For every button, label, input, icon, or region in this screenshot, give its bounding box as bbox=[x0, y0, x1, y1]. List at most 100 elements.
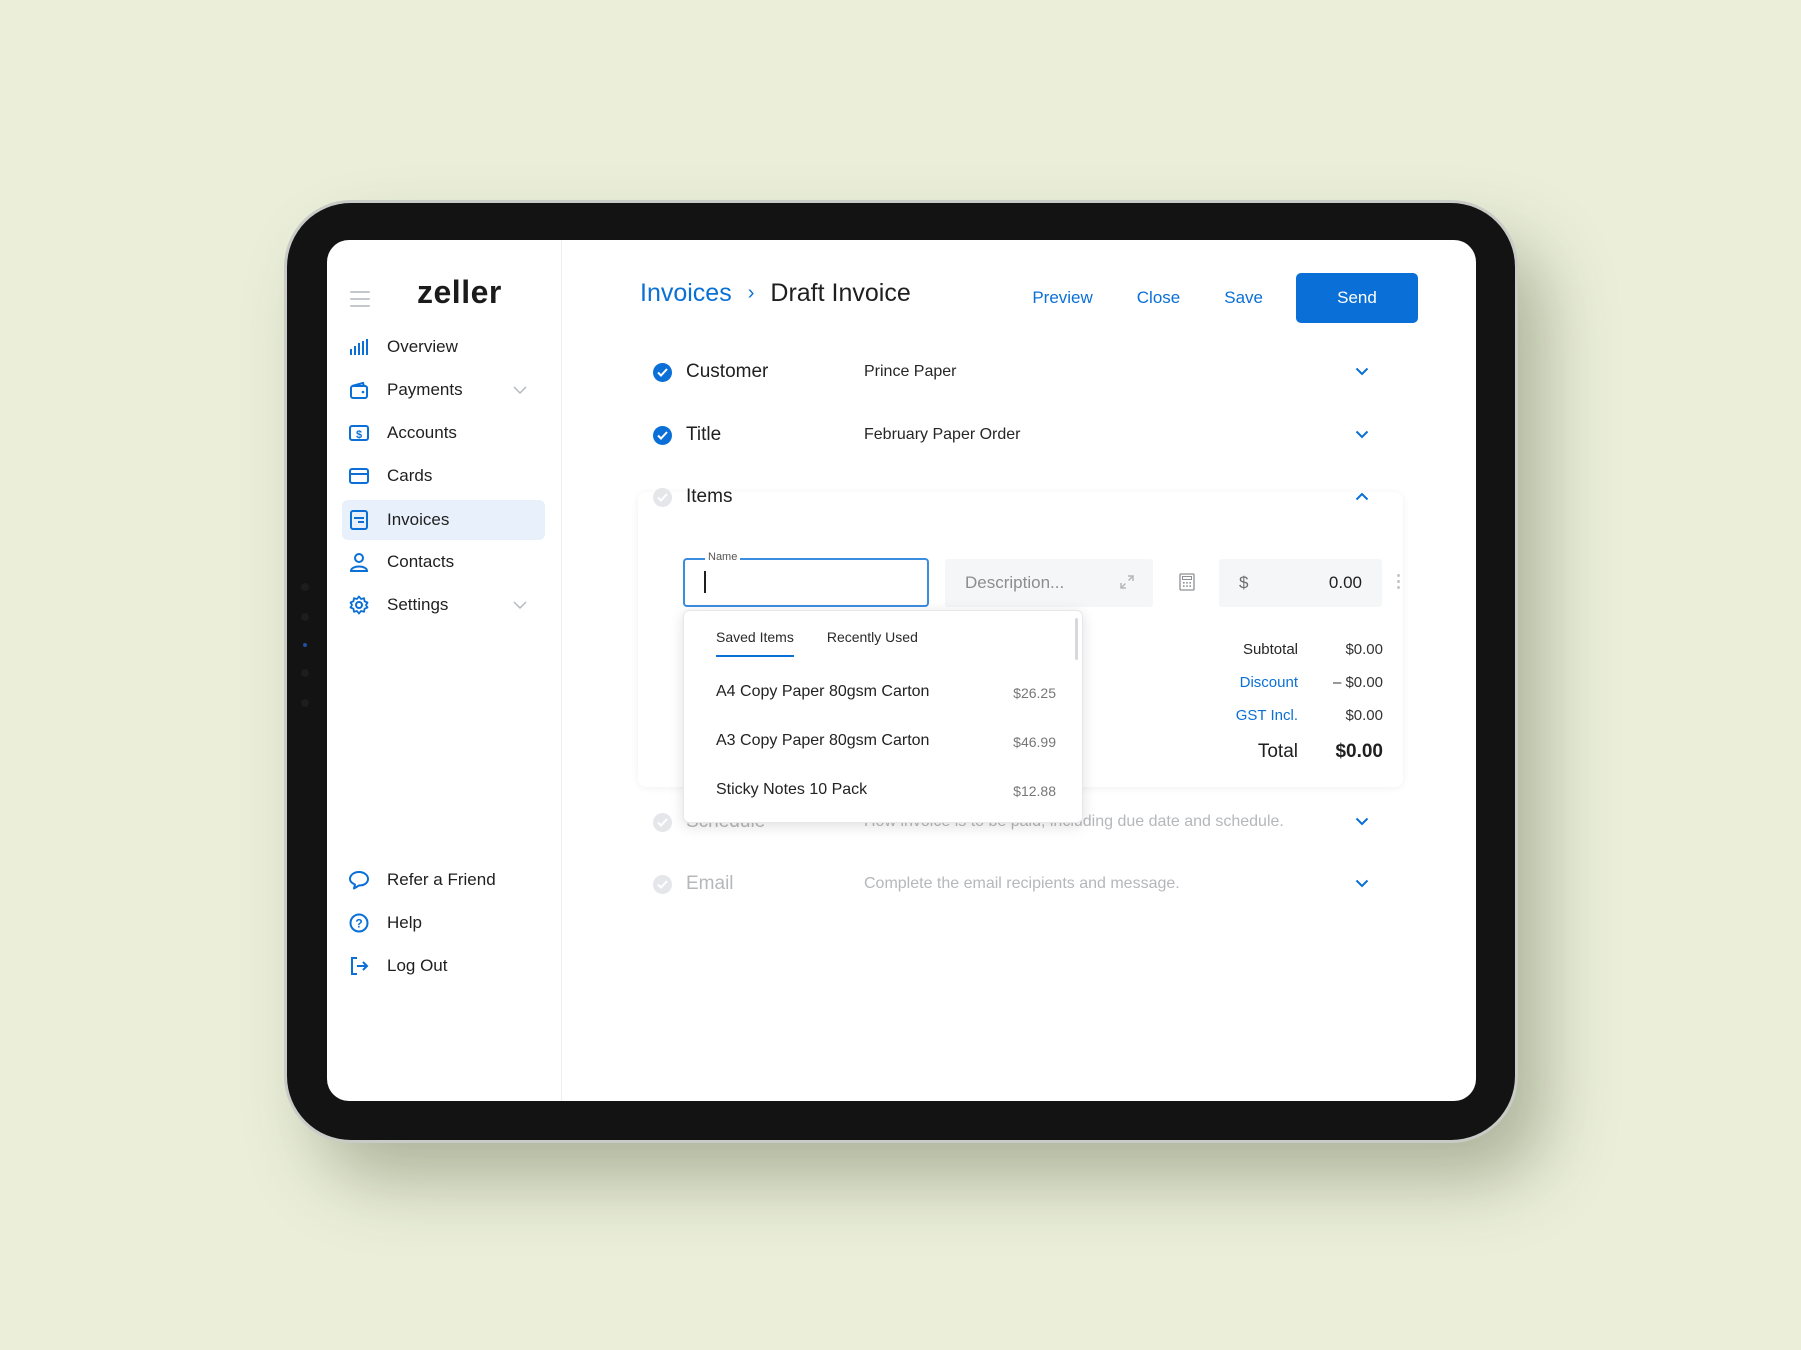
sidebar-item-help[interactable]: ? Help bbox=[342, 903, 545, 943]
section-items[interactable]: Items bbox=[653, 477, 1383, 517]
tablet-sensors bbox=[301, 583, 311, 729]
gst-value: $0.00 bbox=[1345, 707, 1383, 724]
question-circle-icon: ? bbox=[348, 912, 370, 934]
send-button[interactable]: Send bbox=[1296, 273, 1418, 323]
item-price: $12.88 bbox=[1013, 783, 1056, 799]
section-label: Title bbox=[686, 424, 722, 445]
description-placeholder: Description... bbox=[965, 573, 1065, 592]
sidebar-item-settings[interactable]: Settings bbox=[342, 585, 545, 625]
logout-icon bbox=[348, 955, 370, 977]
credit-card-icon bbox=[348, 465, 370, 487]
chevron-down-icon[interactable] bbox=[1355, 875, 1369, 893]
bar-chart-icon bbox=[348, 336, 370, 358]
tab-saved-items[interactable]: Saved Items bbox=[716, 629, 794, 657]
hamburger-menu-icon[interactable] bbox=[350, 291, 370, 312]
tablet-frame: zeller Overview Payments $ Accounts Card… bbox=[287, 203, 1515, 1140]
item-price-input[interactable]: $ 0.00 bbox=[1219, 559, 1382, 607]
text-cursor bbox=[704, 571, 706, 593]
section-label: Customer bbox=[686, 361, 769, 382]
chevron-up-icon[interactable] bbox=[1355, 488, 1369, 506]
section-email[interactable]: Email Complete the email recipients and … bbox=[653, 864, 1383, 904]
invoice-icon bbox=[348, 509, 370, 531]
close-button[interactable]: Close bbox=[1137, 288, 1180, 308]
zeller-logo: zeller bbox=[417, 274, 502, 310]
check-pending-icon bbox=[653, 812, 672, 832]
chevron-down-icon[interactable] bbox=[1355, 426, 1369, 444]
gst-link[interactable]: GST Incl. bbox=[1203, 707, 1298, 724]
list-item[interactable]: A4 Copy Paper 80gsm Carton $26.25 bbox=[716, 683, 1056, 701]
check-complete-icon bbox=[653, 425, 672, 445]
chevron-down-icon[interactable] bbox=[1355, 813, 1369, 831]
subtotal-value: $0.00 bbox=[1345, 641, 1383, 658]
check-pending-icon bbox=[653, 487, 672, 507]
gst-row: GST Incl. $0.00 bbox=[1203, 699, 1383, 732]
app-screen: zeller Overview Payments $ Accounts Card… bbox=[327, 240, 1476, 1101]
section-title[interactable]: Title February Paper Order bbox=[653, 415, 1383, 455]
main-content: Invoices › Draft Invoice Preview Close S… bbox=[563, 240, 1476, 1101]
header-actions: Preview Close Save Send bbox=[1032, 273, 1418, 323]
item-name: A4 Copy Paper 80gsm Carton bbox=[716, 683, 930, 700]
sidebar-item-invoices[interactable]: Invoices bbox=[342, 500, 545, 540]
currency-symbol: $ bbox=[1239, 573, 1249, 592]
item-name: Sticky Notes 10 Pack bbox=[716, 781, 868, 798]
subtotal-label: Subtotal bbox=[1242, 641, 1298, 658]
expand-icon[interactable] bbox=[1119, 574, 1135, 595]
save-button[interactable]: Save bbox=[1224, 288, 1263, 308]
sidebar-item-label: Accounts bbox=[387, 423, 457, 442]
breadcrumb: Invoices › Draft Invoice bbox=[640, 279, 911, 308]
sidebar-item-label: Payments bbox=[387, 380, 463, 399]
sidebar-item-overview[interactable]: Overview bbox=[342, 327, 545, 367]
list-item[interactable]: A3 Copy Paper 80gsm Carton $46.99 bbox=[716, 732, 1056, 750]
section-label: Items bbox=[686, 486, 733, 507]
sidebar-item-accounts[interactable]: $ Accounts bbox=[342, 413, 545, 453]
more-options-icon[interactable] bbox=[1397, 574, 1400, 592]
sidebar-item-label: Contacts bbox=[387, 552, 455, 571]
sidebar: zeller Overview Payments $ Accounts Card… bbox=[327, 240, 562, 1101]
sidebar-item-contacts[interactable]: Contacts bbox=[342, 542, 545, 582]
calculator-icon[interactable] bbox=[1179, 573, 1195, 596]
page-title: Draft Invoice bbox=[770, 279, 911, 307]
item-name-input[interactable]: Name bbox=[683, 551, 929, 607]
total-value: $0.00 bbox=[1335, 741, 1383, 762]
breadcrumb-separator-icon: › bbox=[747, 282, 755, 304]
svg-text:$: $ bbox=[356, 429, 362, 441]
customer-value: Prince Paper bbox=[864, 363, 957, 380]
svg-text:?: ? bbox=[355, 917, 362, 931]
item-price: $26.25 bbox=[1013, 685, 1056, 701]
total-row: Total $0.00 bbox=[1203, 732, 1383, 772]
dollar-account-icon: $ bbox=[348, 422, 370, 444]
person-icon bbox=[348, 551, 370, 573]
dropdown-scrollbar[interactable] bbox=[1075, 618, 1078, 660]
check-complete-icon bbox=[653, 362, 672, 382]
speech-bubble-icon bbox=[348, 869, 370, 891]
sidebar-item-refer-a-friend[interactable]: Refer a Friend bbox=[342, 860, 545, 900]
chevron-down-icon[interactable] bbox=[513, 597, 527, 615]
sidebar-item-log-out[interactable]: Log Out bbox=[342, 946, 545, 986]
sidebar-item-cards[interactable]: Cards bbox=[342, 456, 545, 496]
sidebar-item-payments[interactable]: Payments bbox=[342, 370, 545, 410]
tab-recently-used[interactable]: Recently Used bbox=[827, 629, 918, 657]
email-hint: Complete the email recipients and messag… bbox=[864, 875, 1180, 892]
list-item[interactable]: Sticky Notes 10 Pack $12.88 bbox=[716, 781, 1056, 799]
breadcrumb-invoices-link[interactable]: Invoices bbox=[640, 279, 732, 308]
wallet-icon bbox=[348, 379, 370, 401]
discount-link[interactable]: Discount bbox=[1203, 674, 1298, 691]
chevron-down-icon[interactable] bbox=[1355, 363, 1369, 381]
chevron-down-icon[interactable] bbox=[513, 382, 527, 400]
price-value: 0.00 bbox=[1328, 573, 1362, 592]
item-description-input[interactable]: Description... bbox=[945, 559, 1153, 607]
sidebar-item-label: Overview bbox=[387, 337, 458, 356]
item-price: $46.99 bbox=[1013, 734, 1056, 750]
discount-value: – $0.00 bbox=[1332, 674, 1383, 691]
section-customer[interactable]: Customer Prince Paper bbox=[653, 352, 1383, 392]
sidebar-item-label: Log Out bbox=[387, 956, 448, 975]
sidebar-item-label: Cards bbox=[387, 466, 433, 485]
discount-row: Discount – $0.00 bbox=[1203, 666, 1383, 699]
subtotal-row: Subtotal $0.00 bbox=[1203, 633, 1383, 666]
sidebar-item-label: Help bbox=[387, 913, 422, 932]
item-name-label: Name bbox=[705, 551, 741, 563]
preview-button[interactable]: Preview bbox=[1032, 288, 1092, 308]
section-label: Email bbox=[686, 873, 734, 894]
gear-icon bbox=[348, 594, 370, 616]
item-name: A3 Copy Paper 80gsm Carton bbox=[716, 732, 930, 749]
